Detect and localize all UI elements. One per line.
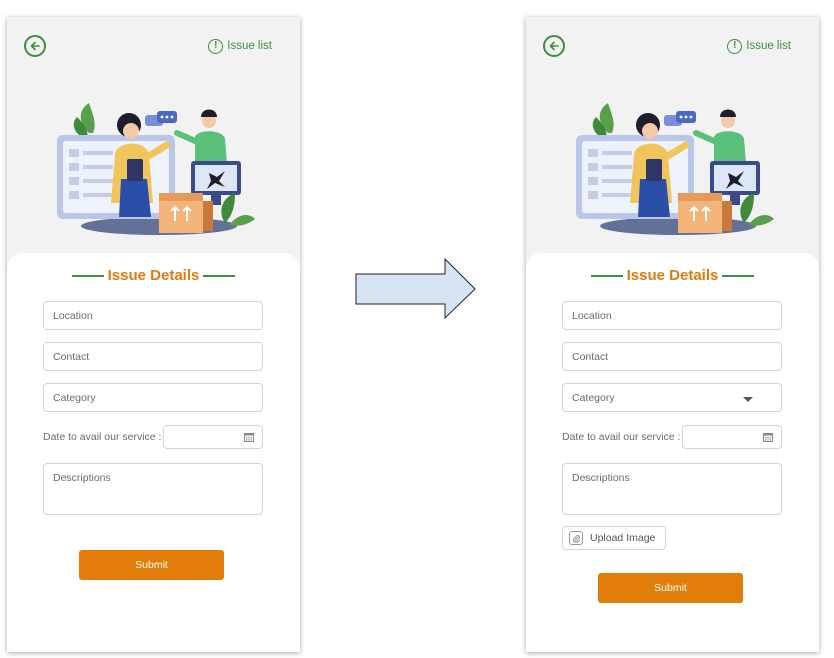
submit-button[interactable]: Submit xyxy=(79,550,224,580)
title-divider-left xyxy=(590,274,623,277)
category-placeholder: Category xyxy=(572,391,615,404)
contact-input[interactable]: Contact xyxy=(43,342,263,371)
back-button[interactable] xyxy=(24,35,46,57)
category-input[interactable]: Category xyxy=(43,383,263,412)
back-arrow-icon xyxy=(30,41,40,51)
issue-list-label: Issue list xyxy=(227,40,272,52)
issue-details-card: Issue Details Location Contact Category … xyxy=(7,253,300,652)
contact-input[interactable]: Contact xyxy=(562,342,782,371)
paperclip-icon xyxy=(569,531,583,545)
upload-image-label: Upload Image xyxy=(590,532,656,544)
back-button[interactable] xyxy=(543,35,565,57)
title-divider-right xyxy=(722,274,755,277)
title-divider-left xyxy=(71,274,104,277)
date-row: Date to avail our service : xyxy=(43,425,263,449)
back-arrow-icon xyxy=(549,41,559,51)
date-label: Date to avail our service : xyxy=(43,431,162,443)
location-input[interactable]: Location xyxy=(43,301,263,330)
submit-button[interactable]: Submit xyxy=(598,573,743,603)
category-dropdown[interactable]: Category xyxy=(562,383,782,412)
exclamation-circle-icon: ! xyxy=(727,38,743,54)
title-divider-right xyxy=(203,274,236,277)
issue-details-title: Issue Details xyxy=(626,267,719,284)
date-row: Date to avail our service : xyxy=(562,425,782,449)
issue-details-card: Issue Details Location Contact Category … xyxy=(526,253,819,652)
phone-screen-after: ! Issue list Issue Details Location Cont… xyxy=(526,17,819,652)
location-input[interactable]: Location xyxy=(562,301,782,330)
descriptions-textarea[interactable]: Descriptions xyxy=(562,463,782,515)
exclamation-circle-icon: ! xyxy=(208,38,224,54)
date-input[interactable] xyxy=(163,425,263,449)
section-title: Issue Details xyxy=(7,267,300,284)
right-arrow-icon xyxy=(355,258,476,320)
issue-list-link[interactable]: ! Issue list xyxy=(727,37,791,55)
chevron-down-icon xyxy=(743,397,753,402)
date-input[interactable] xyxy=(682,425,782,449)
issue-list-link[interactable]: ! Issue list xyxy=(208,37,272,55)
issue-details-title: Issue Details xyxy=(107,267,200,284)
calendar-icon xyxy=(763,433,773,442)
date-label: Date to avail our service : xyxy=(562,431,681,443)
support-illustration xyxy=(57,103,255,235)
phone-screen-before: ! Issue list Issue Details Location Cont… xyxy=(7,17,300,652)
calendar-icon xyxy=(244,433,254,442)
descriptions-textarea[interactable]: Descriptions xyxy=(43,463,263,515)
issue-list-label: Issue list xyxy=(746,40,791,52)
upload-image-button[interactable]: Upload Image xyxy=(562,526,666,550)
support-illustration xyxy=(576,103,774,235)
section-title: Issue Details xyxy=(526,267,819,284)
